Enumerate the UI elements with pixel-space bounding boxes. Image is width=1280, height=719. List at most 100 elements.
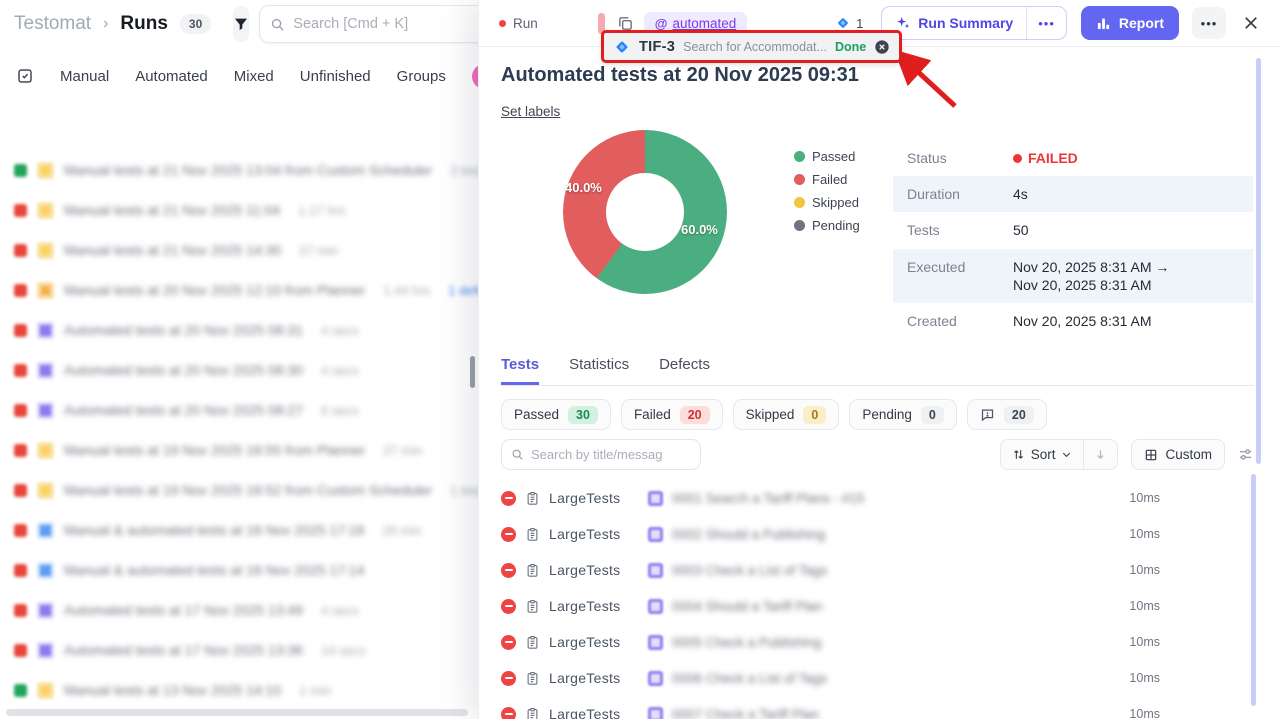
tests-list-scrollbar[interactable] bbox=[1251, 474, 1256, 706]
table-grid-icon bbox=[1144, 448, 1158, 462]
drawer-close-button[interactable] bbox=[1242, 14, 1260, 32]
global-search-input[interactable] bbox=[293, 16, 478, 32]
detail-tab[interactable]: Tests bbox=[501, 356, 539, 385]
test-name: 0003 Check a List of Tags bbox=[672, 563, 827, 578]
tag-label[interactable]: automated bbox=[672, 16, 736, 31]
detail-tab[interactable]: Defects bbox=[659, 356, 710, 385]
runs-tab[interactable]: Groups bbox=[397, 68, 446, 85]
info-value: Nov 20, 2025 8:31 AM bbox=[1013, 312, 1152, 330]
test-id-badge bbox=[648, 491, 663, 506]
more-options-button[interactable]: ••• bbox=[1192, 7, 1226, 39]
left-vertical-scrollbar[interactable] bbox=[470, 356, 475, 388]
sort-direction-button[interactable] bbox=[1083, 440, 1117, 469]
sort-button[interactable]: Sort bbox=[1001, 440, 1084, 469]
test-row[interactable]: LargeTests 0003 Check a List of Tags 10m… bbox=[501, 552, 1254, 588]
run-type-icon bbox=[37, 202, 54, 219]
run-list-item[interactable]: Manual tests at 19 Nov 2025 18:52 from C… bbox=[0, 470, 478, 510]
comments-filter-pill[interactable]: 20 bbox=[967, 399, 1047, 430]
filter-count-badge: 20 bbox=[680, 406, 710, 424]
run-type-icon bbox=[37, 522, 54, 539]
tests-search-field[interactable] bbox=[501, 439, 701, 470]
run-list-item[interactable]: Manual tests at 19 Nov 2025 18:55 from P… bbox=[0, 430, 478, 470]
test-suite-label: LargeTests bbox=[549, 526, 631, 542]
run-summary-more-button[interactable]: ••• bbox=[1026, 7, 1066, 39]
breadcrumb-app[interactable]: Testomat bbox=[14, 13, 91, 35]
run-list-item[interactable]: Manual tests at 21 Nov 2025 14:30 27 min bbox=[0, 230, 478, 270]
status-filter-pill[interactable]: Failed 20 bbox=[621, 399, 723, 430]
run-list-item[interactable]: Manual tests at 20 Nov 2025 12:10 from P… bbox=[0, 270, 478, 310]
task-key: TIF-3 bbox=[639, 39, 675, 55]
global-search-field[interactable] bbox=[259, 5, 478, 43]
view-settings-button[interactable] bbox=[1237, 446, 1254, 463]
run-title: Manual & automated tests at 18 Nov 2025 … bbox=[64, 562, 364, 578]
custom-columns-button[interactable]: Custom bbox=[1131, 439, 1225, 470]
test-row[interactable]: LargeTests 0006 Check a List of Tags 10m… bbox=[501, 660, 1254, 696]
test-name: 0002 Should a Publishing bbox=[672, 527, 825, 542]
task-status: Done bbox=[835, 40, 866, 54]
test-duration: 10ms bbox=[1129, 671, 1160, 685]
run-type-icon bbox=[37, 282, 54, 299]
clipboard-icon bbox=[525, 527, 540, 542]
report-button[interactable]: Report bbox=[1081, 6, 1179, 40]
copy-button[interactable] bbox=[617, 15, 634, 32]
runs-tab[interactable]: Mixed bbox=[234, 68, 274, 85]
legend-item: Skipped bbox=[794, 195, 860, 210]
run-list-item[interactable]: Automated tests at 20 Nov 2025 08:30 4 s… bbox=[0, 350, 478, 390]
test-row[interactable]: LargeTests 0007 Check a Tariff Plan 10ms bbox=[501, 696, 1254, 719]
breadcrumb-page[interactable]: Runs bbox=[120, 13, 168, 35]
run-type-icon bbox=[37, 602, 54, 619]
test-duration: 10ms bbox=[1129, 491, 1160, 505]
filter-count-badge: 30 bbox=[568, 406, 598, 424]
set-labels-link[interactable]: Set labels bbox=[501, 104, 560, 119]
test-failed-icon bbox=[501, 707, 516, 719]
runs-tab[interactable]: Unfinished bbox=[300, 68, 371, 85]
ellipsis-icon: ••• bbox=[1038, 16, 1055, 31]
status-filter-pill[interactable]: Pending 0 bbox=[849, 399, 957, 430]
filter-button[interactable] bbox=[233, 6, 249, 42]
test-row[interactable]: LargeTests 0005 Check a Publishing 10ms bbox=[501, 624, 1254, 660]
clipboard-icon bbox=[525, 635, 540, 650]
run-list-item[interactable]: Automated tests at 17 Nov 2025 13:36 14 … bbox=[0, 630, 478, 670]
status-filter-pill[interactable]: Skipped 0 bbox=[733, 399, 840, 430]
run-title: Automated tests at 20 Nov 2025 08:27 bbox=[64, 402, 303, 418]
select-runs-icon[interactable] bbox=[16, 67, 34, 85]
clipboard-icon bbox=[525, 563, 540, 578]
linked-issues[interactable]: 1 bbox=[835, 15, 863, 31]
runs-tab[interactable]: Automated bbox=[135, 68, 208, 85]
run-list-item[interactable]: Automated tests at 20 Nov 2025 08:31 4 s… bbox=[0, 310, 478, 350]
run-list-item[interactable]: Manual tests at 21 Nov 2025 11:04 1.17 h… bbox=[0, 190, 478, 230]
test-failed-icon bbox=[501, 563, 516, 578]
tests-search-input[interactable] bbox=[531, 447, 707, 462]
task-title: Search for Accommodat... bbox=[683, 40, 827, 54]
run-list-item[interactable]: Manual & automated tests at 18 Nov 2025 … bbox=[0, 550, 478, 590]
runs-tab[interactable]: Manual bbox=[60, 68, 109, 85]
test-duration: 10ms bbox=[1129, 599, 1160, 613]
status-filter-pill[interactable]: Passed 30 bbox=[501, 399, 611, 430]
search-icon bbox=[270, 17, 285, 32]
run-meta: 4 secs bbox=[321, 603, 359, 618]
run-title: Manual tests at 19 Nov 2025 18:55 from P… bbox=[64, 442, 365, 458]
left-horizontal-scrollbar[interactable] bbox=[6, 709, 468, 716]
run-list-item[interactable]: Automated tests at 20 Nov 2025 08:27 6 s… bbox=[0, 390, 478, 430]
run-list-item[interactable]: Automated tests at 17 Nov 2025 13:49 4 s… bbox=[0, 590, 478, 630]
run-list-item[interactable]: Manual & automated tests at 18 Nov 2025 … bbox=[0, 510, 478, 550]
test-row[interactable]: LargeTests 0004 Should a Tariff Plan 10m… bbox=[501, 588, 1254, 624]
test-row[interactable]: LargeTests 0002 Should a Publishing 10ms bbox=[501, 516, 1254, 552]
run-list-item[interactable]: Manual tests at 13 Nov 2025 14:10 1 min bbox=[0, 670, 478, 710]
run-summary-button[interactable]: Run Summary bbox=[882, 7, 1026, 39]
test-row[interactable]: LargeTests 0001 Search a Tariff Plans - … bbox=[501, 480, 1254, 516]
run-list-item[interactable]: Manual tests at 21 Nov 2025 13:04 from C… bbox=[0, 150, 478, 190]
linked-task-badge[interactable]: TIF-3 Search for Accommodat... Done bbox=[601, 30, 902, 63]
test-id-badge bbox=[648, 599, 663, 614]
run-defect-link[interactable]: 1 defect bbox=[448, 283, 478, 298]
filter-count-badge: 0 bbox=[803, 406, 826, 424]
test-suite-label: LargeTests bbox=[549, 598, 631, 614]
detail-tab[interactable]: Statistics bbox=[569, 356, 629, 385]
chevron-down-icon bbox=[1061, 449, 1072, 460]
comment-bubble-icon bbox=[980, 407, 995, 422]
runs-list-panel: Testomat › Runs 30 bbox=[0, 0, 478, 719]
run-meta: 4 secs bbox=[321, 323, 359, 338]
run-meta: 29 min bbox=[382, 523, 421, 538]
task-remove-icon[interactable] bbox=[874, 39, 890, 55]
drawer-scrollbar[interactable] bbox=[1256, 58, 1261, 464]
